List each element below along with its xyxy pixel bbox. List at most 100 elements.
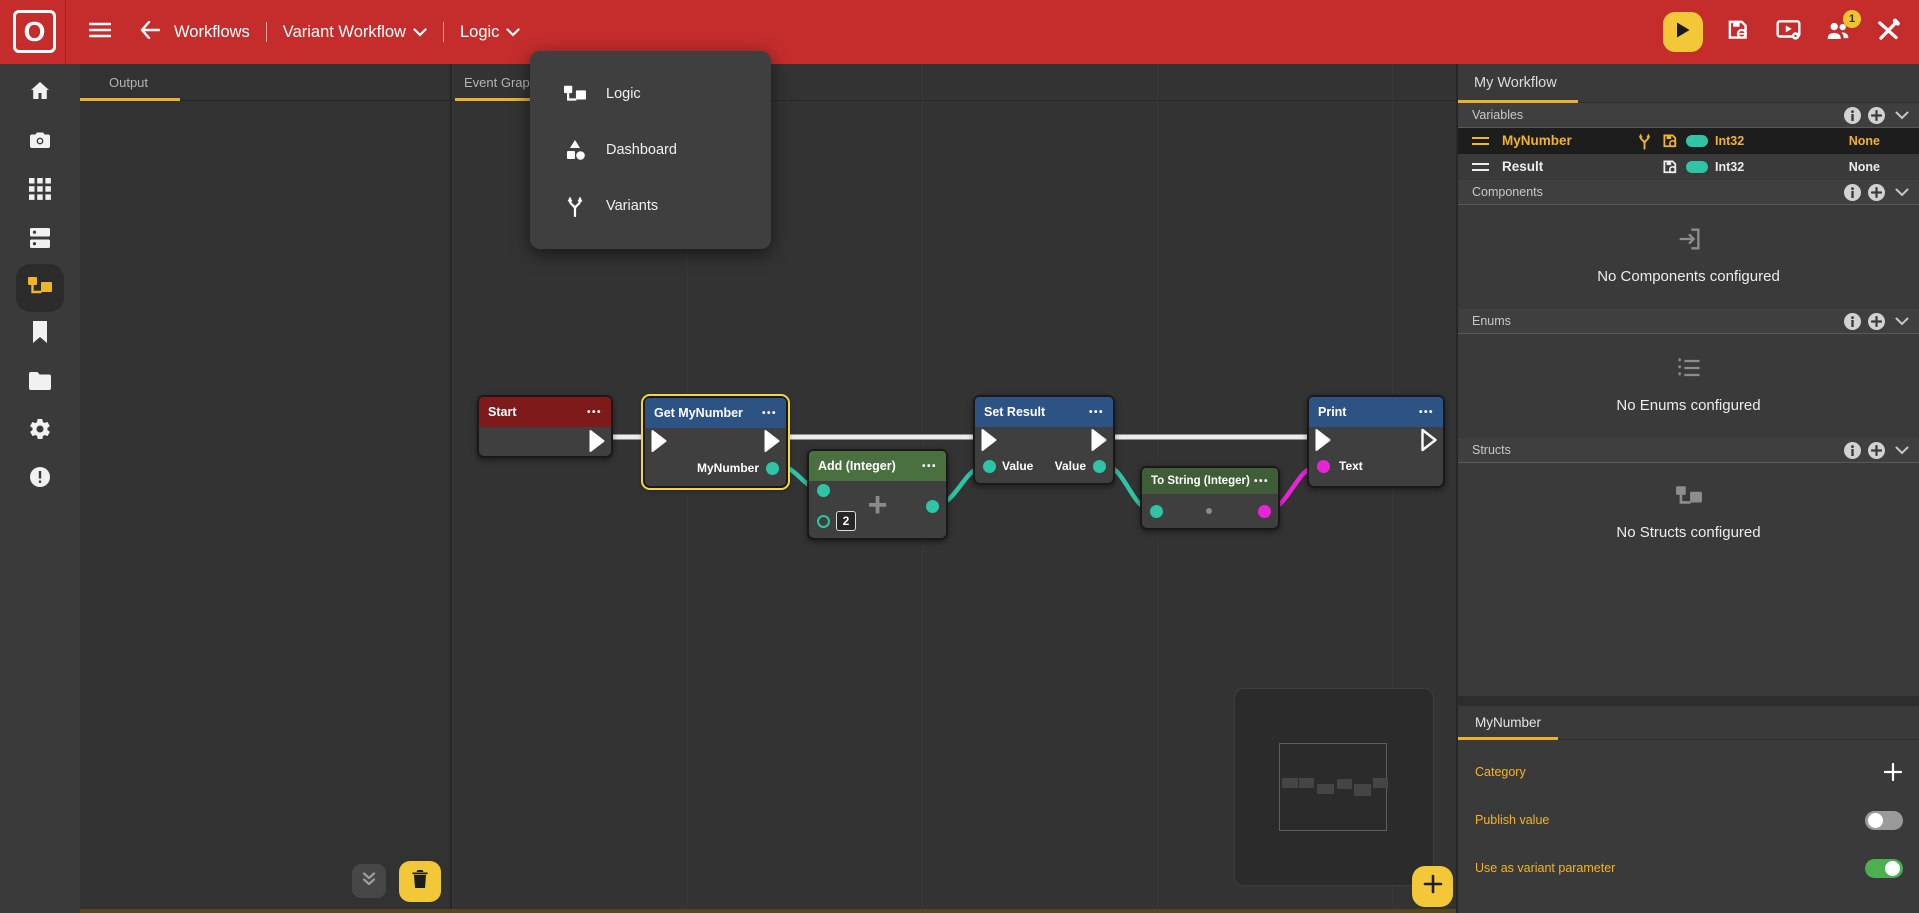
node-start[interactable]: Start ••• — [477, 395, 613, 458]
data-in-pin[interactable] — [983, 460, 996, 473]
plus-icon — [1423, 874, 1443, 899]
sidebar-item-files[interactable] — [16, 359, 64, 407]
minimap-node — [1299, 778, 1314, 788]
section-header-components: Components — [1458, 180, 1919, 205]
node-menu-icon[interactable]: ••• — [922, 461, 937, 472]
data-out-pin[interactable] — [1093, 460, 1106, 473]
exec-in-pin[interactable] — [1314, 427, 1332, 458]
add-enum-button[interactable] — [1868, 313, 1885, 330]
sidebar-item-alerts[interactable] — [16, 455, 64, 503]
variant-parameter-label: Use as variant parameter — [1475, 861, 1865, 875]
node-get-mynumber[interactable]: Get MyNumber ••• MyNumber — [643, 396, 788, 488]
tab-output[interactable]: Output — [80, 64, 180, 101]
node-to-string-integer[interactable]: To String (Integer) ••• — [1140, 466, 1280, 530]
collapse-section-button[interactable] — [1895, 446, 1909, 455]
variable-name: Result — [1502, 159, 1543, 174]
menu-item-variants[interactable]: Variants — [530, 178, 771, 234]
variant-parameter-toggle[interactable] — [1865, 859, 1903, 878]
info-button[interactable] — [1844, 313, 1861, 330]
section-label: Variables — [1472, 108, 1844, 122]
exec-out-pin-unconnected[interactable] — [1420, 427, 1438, 458]
data-out-pin[interactable] — [766, 462, 779, 475]
output-tabstrip: Output — [80, 64, 450, 101]
hamburger-menu-button[interactable] — [82, 14, 118, 50]
node-menu-icon[interactable]: ••• — [1089, 407, 1104, 418]
data-out-pin[interactable] — [1258, 505, 1271, 518]
tools-button[interactable] — [1873, 17, 1903, 47]
run-workflow-button[interactable] — [1663, 12, 1703, 52]
sidebar-item-home[interactable] — [16, 69, 64, 117]
sidebar-item-apps[interactable] — [16, 167, 64, 215]
section-header-structs: Structs — [1458, 438, 1919, 463]
data-in-pin[interactable] — [1150, 505, 1163, 518]
node-add-integer[interactable]: Add (Integer) ••• 2 + — [807, 449, 948, 540]
exec-out-pin[interactable] — [1090, 427, 1108, 458]
add-node-button[interactable] — [1412, 866, 1453, 907]
crossed-tools-icon — [1875, 17, 1902, 48]
drag-handle-icon[interactable] — [1472, 163, 1489, 171]
app-logo[interactable]: O — [13, 10, 56, 53]
node-menu-icon[interactable]: ••• — [1254, 476, 1269, 487]
preview-settings-button[interactable] — [1773, 17, 1803, 47]
notification-badge: 1 — [1843, 10, 1861, 28]
collapse-section-button[interactable] — [1895, 188, 1909, 197]
camera-icon — [28, 128, 52, 157]
add-variable-button[interactable] — [1868, 107, 1885, 124]
sidebar-item-workflows[interactable] — [16, 264, 64, 312]
exec-out-pin[interactable] — [588, 428, 606, 459]
breadcrumb-variant-workflow[interactable]: Variant Workflow — [283, 23, 427, 42]
node-print[interactable]: Print ••• Text — [1307, 395, 1445, 488]
collapse-section-button[interactable] — [1895, 111, 1909, 120]
menu-item-logic[interactable]: Logic — [530, 66, 771, 122]
output-pin-label: Value — [1055, 459, 1086, 473]
exec-in-pin[interactable] — [650, 428, 668, 459]
back-button[interactable] — [132, 14, 168, 50]
minimap[interactable] — [1234, 688, 1434, 886]
menu-item-label: Logic — [606, 86, 641, 102]
workflow-panel-title: My Workflow — [1458, 75, 1557, 91]
drag-handle-icon[interactable] — [1472, 137, 1489, 145]
bookmark-icon — [30, 320, 50, 349]
variable-type: Int32 — [1715, 134, 1744, 148]
exec-out-pin[interactable] — [763, 428, 781, 459]
active-tab-underline — [80, 98, 180, 101]
data-in-pin[interactable] — [1317, 460, 1330, 473]
clear-output-button[interactable] — [399, 861, 441, 902]
menu-item-dashboard[interactable]: Dashboard — [530, 122, 771, 178]
info-button[interactable] — [1844, 442, 1861, 459]
tab-output-label: Output — [109, 75, 148, 90]
variable-row-result[interactable]: Result Int32 None — [1458, 154, 1919, 180]
menu-item-label: Variants — [606, 198, 658, 214]
breadcrumb-workflows[interactable]: Workflows — [174, 23, 250, 42]
breadcrumb-view-selector[interactable]: Logic — [460, 23, 520, 42]
logo-letter: O — [24, 16, 46, 48]
node-menu-icon[interactable]: ••• — [762, 408, 777, 419]
sidebar-item-bookmarks[interactable] — [16, 310, 64, 358]
data-out-pin[interactable] — [926, 500, 939, 513]
workflow-panel: My Workflow Variables MyNumber Int32 Non… — [1456, 64, 1919, 913]
app-sidebar — [0, 64, 80, 913]
variable-row-mynumber[interactable]: MyNumber Int32 None — [1458, 128, 1919, 154]
node-title: Print — [1318, 405, 1346, 419]
add-category-button[interactable] — [1883, 762, 1903, 782]
top-bar: O Workflows Variant Workflow Logic — [0, 0, 1919, 64]
node-menu-icon[interactable]: ••• — [587, 407, 602, 418]
collapse-section-button[interactable] — [1895, 317, 1909, 326]
exec-in-pin[interactable] — [980, 427, 998, 458]
sidebar-item-devices[interactable] — [16, 216, 64, 264]
info-button[interactable] — [1844, 107, 1861, 124]
grid-icon — [29, 178, 51, 205]
publish-value-toggle[interactable] — [1865, 811, 1903, 830]
sidebar-item-settings[interactable] — [16, 407, 64, 455]
save-link-button[interactable] — [1723, 17, 1753, 47]
users-button[interactable]: 1 — [1823, 17, 1853, 47]
node-menu-icon[interactable]: ••• — [1419, 407, 1434, 418]
scroll-to-bottom-button[interactable] — [352, 864, 386, 898]
components-empty-state: No Components configured — [1458, 205, 1919, 309]
sidebar-item-camera[interactable] — [16, 118, 64, 166]
node-set-result[interactable]: Set Result ••• Value Value — [973, 395, 1115, 485]
add-struct-button[interactable] — [1868, 442, 1885, 459]
chevron-down-icon — [413, 28, 427, 37]
add-component-button[interactable] — [1868, 184, 1885, 201]
info-button[interactable] — [1844, 184, 1861, 201]
